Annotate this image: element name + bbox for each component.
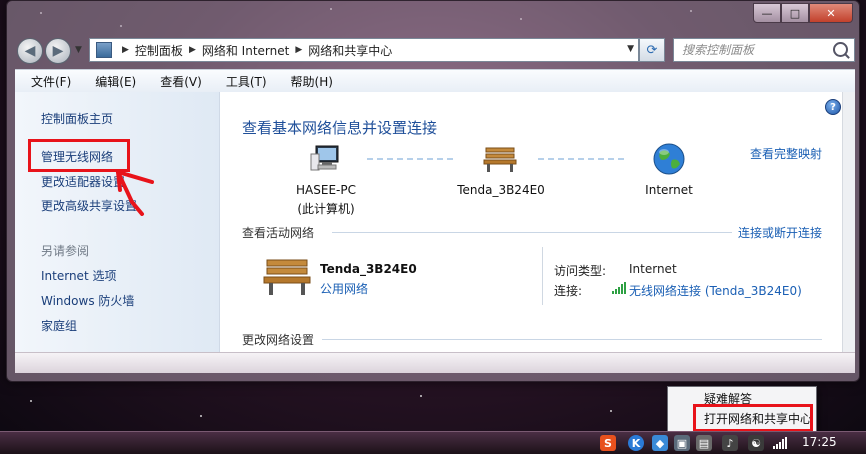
section-divider <box>332 232 732 233</box>
vertical-scrollbar[interactable] <box>842 92 855 352</box>
sidebar-item-windows-firewall[interactable]: Windows 防火墙 <box>41 292 134 309</box>
breadcrumb-control-panel[interactable]: 控制面板 <box>135 42 183 59</box>
menu-view[interactable]: 查看(V) <box>144 73 210 90</box>
computer-name: HASEE-PC <box>296 183 356 197</box>
address-dropdown-icon[interactable]: ▼ <box>627 44 634 54</box>
page-title: 查看基本网络信息并设置连接 <box>242 119 438 137</box>
sidebar-item-internet-options[interactable]: Internet 选项 <box>41 267 116 284</box>
wireless-connection-link[interactable]: 无线网络连接 (Tenda_3B24E0) <box>629 282 802 299</box>
search-input[interactable] <box>680 42 834 58</box>
breadcrumb-network-internet[interactable]: 网络和 Internet <box>202 42 289 59</box>
menu-tools[interactable]: 工具(T) <box>210 73 275 90</box>
search-box[interactable] <box>673 38 855 62</box>
menu-bar: 文件(F) 编辑(E) 查看(V) 工具(T) 帮助(H) <box>15 69 855 93</box>
breadcrumb-separator-icon[interactable]: ▶ <box>295 45 302 55</box>
minimize-button[interactable]: — <box>753 3 781 23</box>
internet-label: Internet <box>645 183 693 197</box>
globe-icon[interactable] <box>652 142 686 176</box>
navigation-bar: ◀ ▶ ▼ ▶ 控制面板 ▶ 网络和 Internet ▶ 网络和共享中心 ▼ … <box>15 37 855 64</box>
see-also-heading: 另请参阅 <box>41 244 90 258</box>
maximize-button[interactable]: □ <box>781 3 809 23</box>
main-pane: 查看基本网络信息并设置连接 ? 查看完整映射 HASEE-PC (此计算机) T… <box>220 92 855 352</box>
content-area: 控制面板主页 管理无线网络 更改适配器设置 更改高级共享设置 另请参阅 Inte… <box>15 92 855 352</box>
security-tray-icon[interactable]: ▤ <box>696 435 712 451</box>
connection-line <box>538 158 624 162</box>
background-star <box>420 395 422 397</box>
control-panel-icon <box>96 42 112 58</box>
change-settings-title: 更改网络设置 <box>242 333 315 347</box>
network-type-link[interactable]: 公用网络 <box>320 280 368 297</box>
network-bench-icon <box>262 256 312 296</box>
breadcrumb-separator-icon[interactable]: ▶ <box>122 45 129 55</box>
see-full-map-link[interactable]: 查看完整映射 <box>750 145 822 162</box>
signal-bars-icon <box>612 282 626 294</box>
background-star <box>200 415 202 417</box>
vertical-divider <box>542 247 543 305</box>
access-type-label: 访问类型: <box>554 264 607 278</box>
active-networks-title: 查看活动网络 <box>242 226 315 240</box>
section-divider <box>322 339 822 340</box>
breadcrumb-network-sharing-center[interactable]: 网络和共享中心 <box>308 42 392 59</box>
speaker-icon[interactable]: ♪ <box>722 435 738 451</box>
help-icon[interactable]: ? <box>825 99 841 115</box>
status-bar <box>15 352 855 373</box>
refresh-icon: ⟳ <box>646 42 658 58</box>
forward-arrow-icon: ▶ <box>52 43 64 59</box>
caption-buttons: — □ ✕ <box>753 3 853 23</box>
menu-help[interactable]: 帮助(H) <box>275 73 341 90</box>
taskbar-clock[interactable]: 17:25 <box>802 435 837 449</box>
menu-file[interactable]: 文件(F) <box>15 73 79 90</box>
access-type-value: Internet <box>629 262 677 276</box>
monitor-tray-icon[interactable]: ▣ <box>674 435 690 451</box>
back-button[interactable]: ◀ <box>17 38 43 64</box>
app-tray-icon[interactable]: ◆ <box>652 435 668 451</box>
back-arrow-icon: ◀ <box>24 43 36 59</box>
network-signal-icon[interactable] <box>772 435 788 451</box>
recent-pages-dropdown[interactable]: ▼ <box>75 45 82 55</box>
connection-label: 连接: <box>554 284 583 298</box>
sidebar: 控制面板主页 管理无线网络 更改适配器设置 更改高级共享设置 另请参阅 Inte… <box>15 92 220 352</box>
app-globe-tray-icon[interactable]: ☯ <box>748 435 764 451</box>
taskbar: S K ◆ ▣ ▤ ♪ ☯ 17:25 <box>0 431 866 454</box>
search-icon[interactable] <box>833 42 848 57</box>
address-bar[interactable]: ▶ 控制面板 ▶ 网络和 Internet ▶ 网络和共享中心 ▼ <box>89 38 639 62</box>
connect-disconnect-link[interactable]: 连接或断开连接 <box>738 224 822 241</box>
forward-button[interactable]: ▶ <box>45 38 71 64</box>
sidebar-item-homegroup[interactable]: 家庭组 <box>41 317 77 334</box>
computer-icon[interactable] <box>308 144 344 174</box>
annotation-box <box>693 404 813 432</box>
background-star <box>610 410 612 412</box>
close-button[interactable]: ✕ <box>809 3 853 23</box>
menu-edit[interactable]: 编辑(E) <box>79 73 144 90</box>
computer-sub: (此计算机) <box>297 202 355 216</box>
input-method-icon[interactable]: S <box>600 435 616 451</box>
router-name: Tenda_3B24E0 <box>457 183 545 197</box>
sidebar-item-control-panel-home[interactable]: 控制面板主页 <box>41 110 113 127</box>
refresh-button[interactable]: ⟳ <box>639 38 665 62</box>
breadcrumb-separator-icon[interactable]: ▶ <box>189 45 196 55</box>
connection-line <box>367 158 453 162</box>
active-network-name: Tenda_3B24E0 <box>320 262 417 276</box>
app-k-icon[interactable]: K <box>628 435 644 451</box>
annotation-arrow <box>112 168 160 216</box>
bench-icon[interactable] <box>482 144 518 174</box>
background-star <box>30 400 32 402</box>
